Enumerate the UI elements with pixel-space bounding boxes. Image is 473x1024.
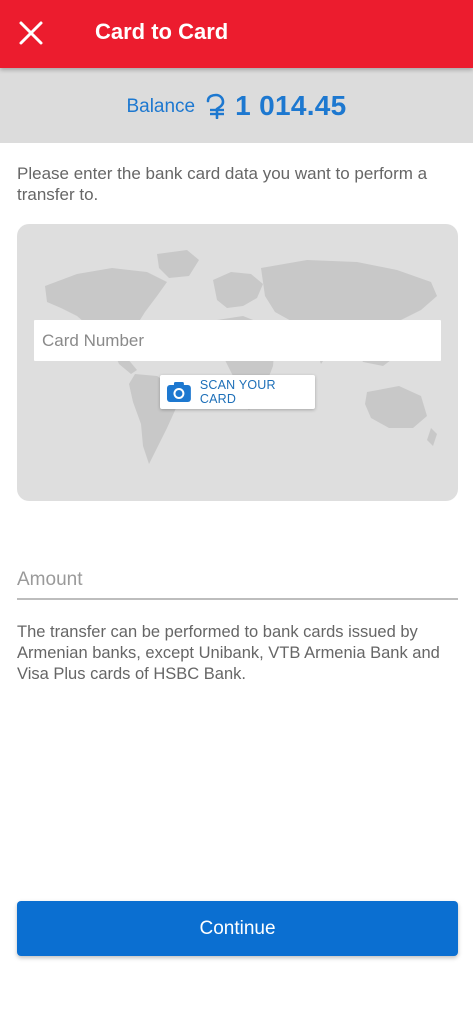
instruction-text: Please enter the bank card data you want… [17,164,428,204]
transfer-note: The transfer can be performed to bank ca… [17,623,440,683]
scan-card-label: SCAN YOUR CARD [199,378,276,406]
page-title: Card to Card [95,19,229,44]
camera-icon [166,382,191,402]
balance-label: Balance [126,95,196,117]
card-number-input[interactable] [34,320,441,361]
top-app-bar: Card to Card [0,0,473,68]
armenian-dram-icon [206,93,225,119]
balance-bar: Balance 1 014.45 [0,68,473,143]
close-button[interactable] [12,14,50,52]
card-input-area: SCAN YOUR CARD [17,224,458,501]
close-icon [19,21,43,45]
world-map-background [45,250,437,464]
continue-button[interactable]: Continue [17,901,458,956]
scan-card-button[interactable]: SCAN YOUR CARD [160,375,315,409]
amount-input[interactable] [17,562,458,600]
balance-amount: 1 014.45 [235,89,347,121]
